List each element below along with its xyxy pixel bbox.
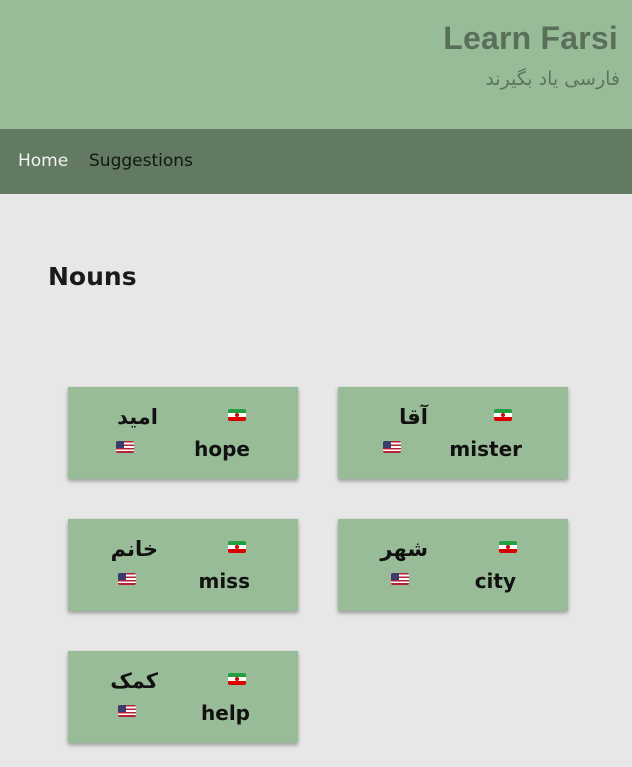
- english-word: mister: [449, 437, 522, 461]
- site-subtitle: فارسی یاد بگیرند: [485, 68, 620, 90]
- word-card[interactable]: شهر city: [338, 519, 568, 611]
- word-card[interactable]: کمک help: [68, 651, 298, 743]
- farsi-word: خانم: [110, 537, 158, 561]
- farsi-word: کمک: [110, 669, 158, 693]
- english-word: miss: [198, 569, 250, 593]
- english-word: help: [201, 701, 250, 725]
- word-card[interactable]: امید hope: [68, 387, 298, 479]
- nav-link-home[interactable]: Home: [18, 151, 68, 171]
- word-card[interactable]: خانم miss: [68, 519, 298, 611]
- farsi-word: شهر: [380, 537, 428, 561]
- site-header: Learn Farsi فارسی یاد بگیرند: [0, 0, 632, 129]
- us-flag-icon: [118, 573, 136, 585]
- us-flag-icon: [383, 441, 401, 453]
- english-word: city: [474, 569, 516, 593]
- english-word: hope: [194, 437, 250, 461]
- iran-flag-icon: [228, 409, 246, 421]
- iran-flag-icon: [228, 673, 246, 685]
- iran-flag-icon: [494, 409, 512, 421]
- farsi-word: امید: [117, 405, 158, 429]
- section-heading: Nouns: [48, 262, 137, 291]
- iran-flag-icon: [228, 541, 246, 553]
- us-flag-icon: [118, 705, 136, 717]
- word-card[interactable]: آقا mister: [338, 387, 568, 479]
- iran-flag-icon: [499, 541, 517, 553]
- nav-link-suggestions[interactable]: Suggestions: [89, 151, 193, 171]
- farsi-word: آقا: [399, 405, 428, 429]
- site-title: Learn Farsi: [443, 20, 618, 56]
- us-flag-icon: [116, 441, 134, 453]
- nav-bar: Home Suggestions: [0, 129, 632, 194]
- us-flag-icon: [391, 573, 409, 585]
